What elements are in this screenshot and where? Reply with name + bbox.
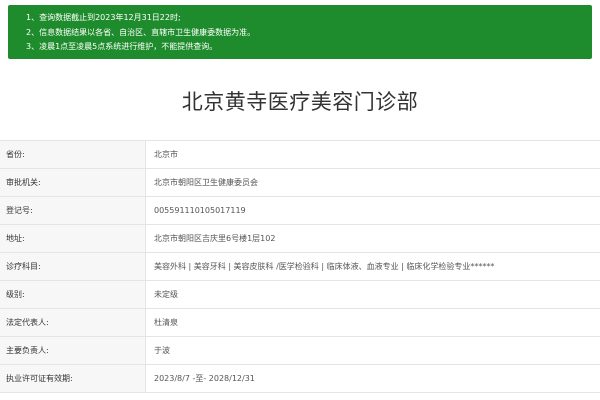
info-value: 未定级: [154, 290, 178, 299]
info-row-level: 级别: 未定级: [0, 281, 600, 309]
info-row-province: 省份: 北京市: [0, 141, 600, 169]
info-table: 省份: 北京市 审批机关: 北京市朝阳区卫生健康委员会 登记号: 0055911…: [0, 140, 600, 393]
notice-line: 1、查询数据截止到2023年12月31日22时;: [26, 13, 181, 22]
info-value: 美容外科 | 美容牙科 | 美容皮肤科 /医学检验科 | 临床体液、血液专业 |…: [154, 262, 495, 271]
info-row-license-validity: 执业许可证有效期: 2023/8/7 -至- 2028/12/31: [0, 365, 600, 393]
info-label: 级别:: [0, 281, 146, 308]
info-value: 005591110105017119: [154, 206, 246, 215]
info-row-approval-authority: 审批机关: 北京市朝阳区卫生健康委员会: [0, 169, 600, 197]
info-label: 审批机关:: [0, 169, 146, 196]
info-label: 诊疗科目:: [0, 253, 146, 280]
notice-line: 2、信息数据结果以各省、自治区、直辖市卫生健康委数据为准。: [26, 27, 256, 37]
info-row-registration-number: 登记号: 005591110105017119: [0, 197, 600, 225]
info-value: 于波: [154, 346, 170, 355]
info-value: 2023/8/7 -至- 2028/12/31: [154, 374, 255, 383]
info-value: 北京市朝阳区卫生健康委员会: [154, 178, 258, 187]
info-label: 登记号:: [0, 197, 146, 224]
info-label: 执业许可证有效期:: [0, 365, 146, 392]
info-label: 主要负责人:: [0, 337, 146, 364]
info-row-principal: 主要负责人: 于波: [0, 337, 600, 365]
info-label: 地址:: [0, 225, 146, 252]
info-label: 省份:: [0, 141, 146, 168]
info-value: 北京市: [154, 150, 178, 159]
info-row-legal-representative: 法定代表人: 杜清泉: [0, 309, 600, 337]
info-row-departments: 诊疗科目: 美容外科 | 美容牙科 | 美容皮肤科 /医学检验科 | 临床体液、…: [0, 253, 600, 281]
notice-banner: 1、查询数据截止到2023年12月31日22时; 2、信息数据结果以各省、自治区…: [8, 5, 592, 59]
page-title: 北京黄寺医疗美容门诊部: [181, 90, 419, 114]
notice-line: 3、凌晨1点至凌晨5点系统进行维护，不能提供查询。: [26, 42, 218, 51]
info-label: 法定代表人:: [0, 309, 146, 336]
info-value: 北京市朝阳区吉庆里6号楼1层102: [154, 234, 276, 243]
info-value: 杜清泉: [154, 318, 178, 327]
info-row-address: 地址: 北京市朝阳区吉庆里6号楼1层102: [0, 225, 600, 253]
